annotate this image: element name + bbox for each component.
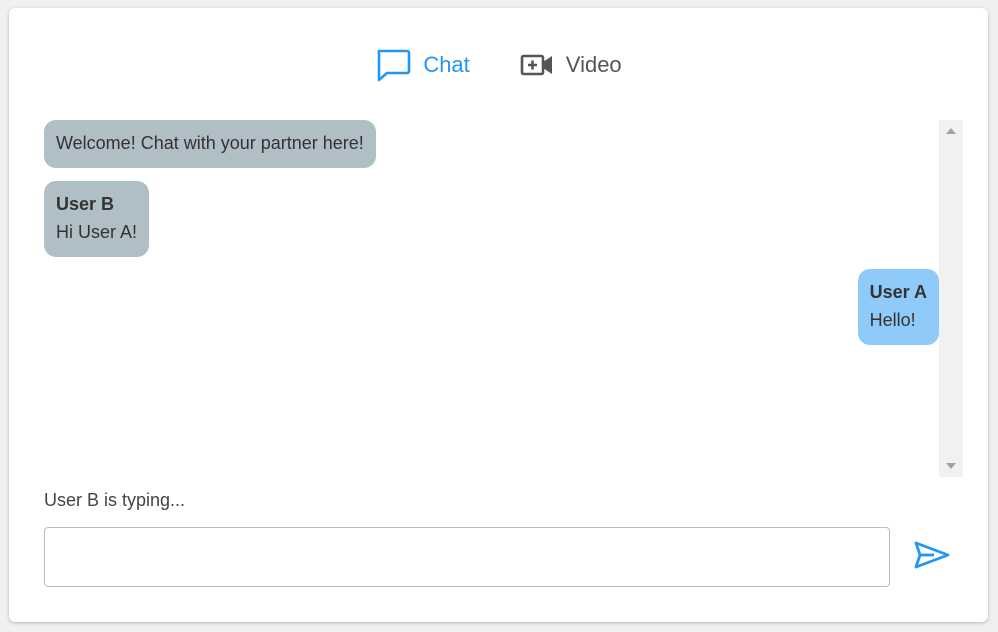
message-bubble-mine: User A Hello! [857, 269, 939, 345]
scroll-down-arrow-icon[interactable] [946, 463, 956, 469]
typing-indicator: User B is typing... [44, 490, 186, 510]
send-icon [914, 540, 950, 575]
send-button[interactable] [912, 539, 952, 575]
message-text: Hi User A! [56, 222, 138, 242]
message-list[interactable]: Welcome! Chat with your partner here! Us… [44, 120, 939, 477]
video-camera-icon [520, 53, 554, 77]
message-text: Welcome! Chat with your partner here! [56, 133, 364, 153]
tab-chat[interactable]: Chat [375, 48, 470, 82]
chat-panel: Chat Video Welcome! Chat with your partn… [9, 8, 988, 622]
message-bubble-other: User B Hi User A! [44, 181, 150, 257]
message-text: Hello! [869, 310, 916, 330]
message-scrollbar[interactable] [939, 120, 963, 477]
message-input[interactable] [44, 527, 890, 587]
tab-video-label: Video [565, 52, 622, 77]
message-author: User B [56, 194, 115, 214]
message-author: User A [869, 282, 927, 302]
tab-bar: Chat Video [9, 48, 988, 82]
system-message: Welcome! Chat with your partner here! [44, 120, 376, 168]
tab-chat-label: Chat [423, 52, 470, 77]
tab-video[interactable]: Video [520, 48, 622, 82]
chat-bubble-icon [375, 48, 411, 82]
scroll-up-arrow-icon[interactable] [946, 128, 956, 134]
